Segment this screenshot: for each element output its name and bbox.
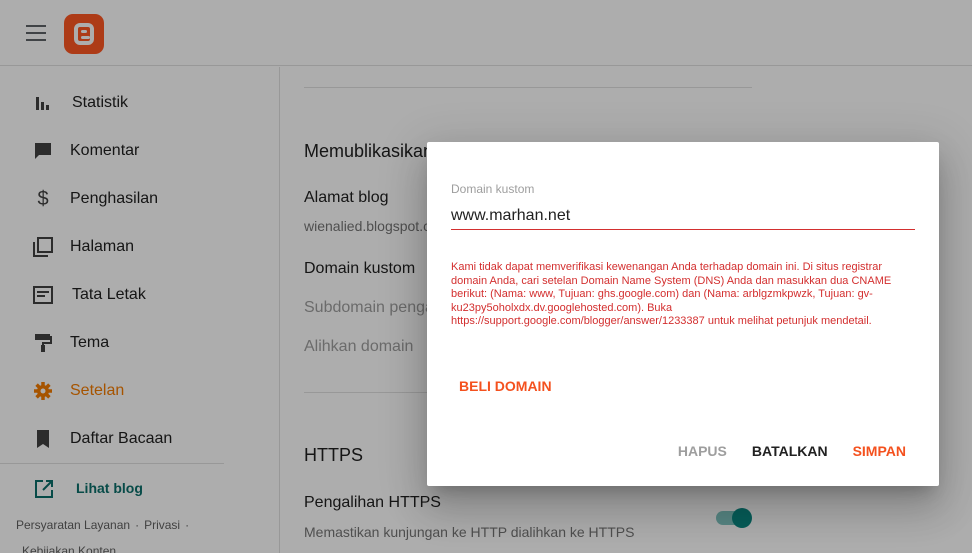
domain-verification-error: Kami tidak dapat memverifikasi kewenanga…	[451, 261, 892, 327]
cancel-button[interactable]: BATALKAN	[743, 435, 837, 467]
buy-domain-button[interactable]: BELI DOMAIN	[451, 371, 560, 401]
delete-button[interactable]: HAPUS	[669, 435, 736, 467]
custom-domain-input[interactable]	[451, 202, 915, 230]
dialog-actions: HAPUS BATALKAN SIMPAN	[662, 435, 915, 467]
custom-domain-field-label: Domain kustom	[451, 182, 535, 196]
custom-domain-dialog: Domain kustom Kami tidak dapat memverifi…	[427, 142, 939, 486]
save-button[interactable]: SIMPAN	[844, 435, 915, 467]
